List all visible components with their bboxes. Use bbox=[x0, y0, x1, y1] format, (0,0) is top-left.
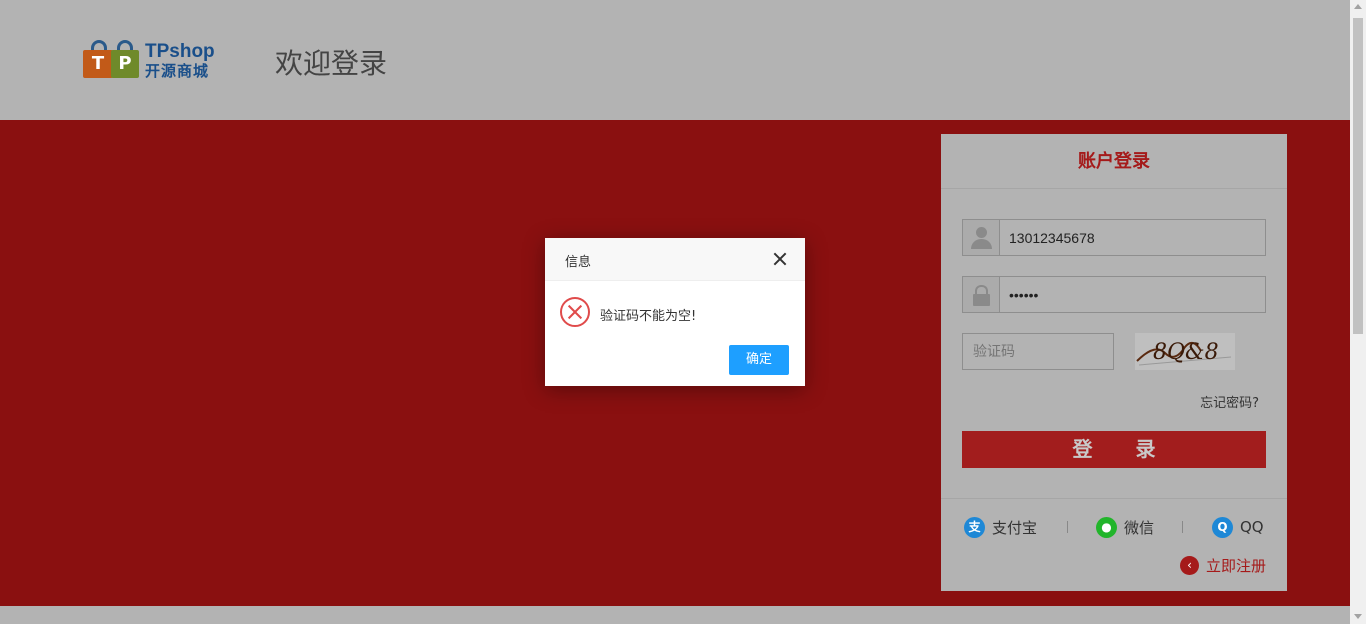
forgot-password-link[interactable]: 忘记密码? bbox=[1200, 392, 1259, 411]
logo-letter-p: P bbox=[111, 50, 139, 78]
alipay-login[interactable]: 支 支付宝 bbox=[964, 516, 1037, 538]
scroll-down-icon[interactable] bbox=[1354, 614, 1362, 619]
alipay-label: 支付宝 bbox=[992, 518, 1038, 537]
logo-name-en: TPshop bbox=[145, 41, 215, 62]
wechat-icon: ● bbox=[1096, 516, 1117, 538]
page-header: T P TPshop 开源商城 欢迎登录 bbox=[0, 0, 1350, 120]
dialog-title: 信息 bbox=[565, 255, 592, 270]
vertical-scrollbar[interactable] bbox=[1350, 0, 1366, 624]
scrollbar-thumb[interactable] bbox=[1353, 18, 1363, 334]
captcha-image[interactable]: 8Q&8 bbox=[1135, 333, 1235, 370]
logo-letter-t: T bbox=[83, 50, 113, 78]
error-icon bbox=[560, 297, 590, 327]
page-title: 欢迎登录 bbox=[275, 47, 388, 80]
message-dialog: 信息 验证码不能为空! 确定 bbox=[545, 238, 805, 386]
login-panel-title: 账户登录 bbox=[941, 134, 1287, 189]
user-icon bbox=[963, 220, 1000, 255]
divider bbox=[941, 498, 1287, 499]
shopping-bag-icon: T P bbox=[83, 40, 141, 78]
captcha-text: 8Q&8 bbox=[1153, 340, 1219, 365]
qq-login[interactable]: Q QQ bbox=[1212, 516, 1264, 538]
chevron-left-icon: ‹ bbox=[1179, 555, 1199, 575]
dialog-header: 信息 bbox=[545, 238, 805, 281]
captcha-input[interactable] bbox=[962, 333, 1114, 370]
qq-label: QQ bbox=[1240, 518, 1264, 536]
login-panel: 账户登录 8Q&8 忘记密码? 登 录 支 支付宝 ● 微信 Q QQ bbox=[941, 134, 1287, 591]
qq-icon: Q bbox=[1212, 516, 1233, 538]
separator bbox=[1182, 521, 1183, 533]
password-input[interactable] bbox=[1001, 277, 1263, 312]
close-icon[interactable] bbox=[771, 250, 789, 268]
password-field[interactable] bbox=[962, 276, 1266, 313]
footer-strip bbox=[0, 606, 1350, 624]
register-label: 立即注册 bbox=[1205, 556, 1266, 575]
scroll-up-icon[interactable] bbox=[1354, 4, 1362, 9]
login-button[interactable]: 登 录 bbox=[962, 431, 1266, 468]
dialog-message: 验证码不能为空! bbox=[600, 309, 697, 324]
confirm-button[interactable]: 确定 bbox=[729, 345, 789, 375]
username-input[interactable] bbox=[1001, 220, 1263, 255]
lock-icon bbox=[963, 277, 1000, 312]
separator bbox=[1067, 521, 1068, 533]
tpshop-logo[interactable]: T P TPshop 开源商城 bbox=[83, 38, 228, 80]
wechat-label: 微信 bbox=[1124, 518, 1155, 537]
wechat-login[interactable]: ● 微信 bbox=[1096, 516, 1154, 538]
username-field[interactable] bbox=[962, 219, 1266, 256]
register-link[interactable]: ‹ 立即注册 bbox=[1179, 554, 1266, 576]
alipay-icon: 支 bbox=[964, 516, 985, 538]
logo-name-cn: 开源商城 bbox=[145, 62, 210, 80]
